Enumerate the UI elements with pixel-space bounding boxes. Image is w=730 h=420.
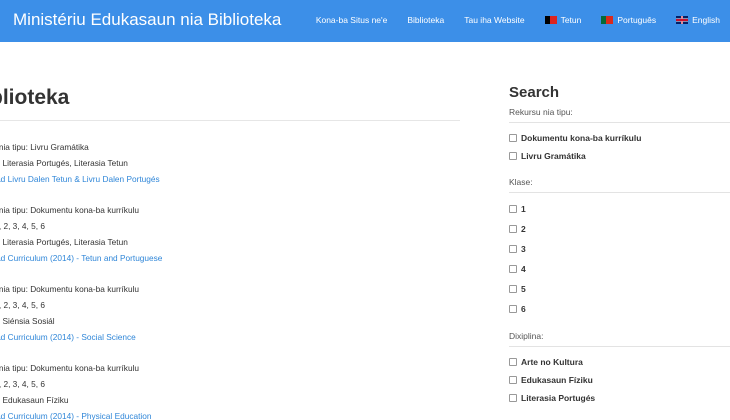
facet-heading: Dixiplina: [509, 331, 730, 347]
nav-lang-en-label: English [692, 15, 720, 25]
nav-menu: Kona-ba Situs ne'e Biblioteka Tau iha We… [296, 15, 720, 25]
checkbox[interactable] [509, 205, 517, 213]
result-meta: rsu nia tipu: Livru Gramátika [0, 142, 89, 152]
result-meta: lina: Literasia Portugés, Literasia Tetu… [0, 158, 128, 168]
search-title: Search [509, 84, 560, 101]
nav-about-label: Kona-ba Situs ne'e [315, 15, 388, 25]
facet-option[interactable]: 1 [509, 199, 730, 219]
facet-option[interactable]: Literasia Portugés [509, 389, 730, 407]
checkbox[interactable] [509, 394, 517, 402]
checkbox[interactable] [509, 152, 517, 160]
result-meta: lina: Siénsia Sosiál [0, 316, 55, 326]
result-meta: e: 1, 2, 3, 4, 5, 6 [0, 221, 45, 231]
checkbox[interactable] [509, 376, 517, 384]
search-sidebar: Search Rekursu nia tipu: Dokumentu kona-b… [509, 84, 730, 419]
nav-library-label: Biblioteka [407, 15, 445, 25]
facet-option[interactable]: 3 [509, 239, 730, 259]
result-item: rsu nia tipu: Dokumentu kona-ba kurríkul… [0, 202, 465, 266]
top-navbar: Ministériu Edukasaun nia Biblioteka Kona… [0, 0, 730, 42]
checkbox[interactable] [509, 305, 517, 313]
facet-option-label: Arte no Kultura [521, 357, 583, 367]
nav-lang-english[interactable]: English [676, 15, 720, 25]
facet-option-label: Dokumentu kona-ba kurríkulu [521, 133, 642, 143]
facet-option-label: 5 [521, 284, 526, 294]
results-list: rsu nia tipu: Livru Gramátika lina: Liter… [0, 139, 465, 420]
facet-option[interactable]: Livru Gramátika [509, 147, 730, 165]
facet-tipu: Rekursu nia tipu: Dokumentu kona-ba kurrí… [509, 107, 730, 165]
facet-heading: Klase: [509, 177, 730, 193]
result-meta: rsu nia tipu: Dokumentu kona-ba kurríkul… [0, 284, 140, 294]
facet-option[interactable]: Dokumentu kona-ba kurríkulu [509, 129, 730, 147]
checkbox[interactable] [509, 245, 517, 253]
checkbox[interactable] [509, 265, 517, 273]
facet-option[interactable]: Edukasaun Fíziku [509, 371, 730, 389]
facet-heading: Rekursu nia tipu: [509, 107, 730, 123]
facet-option[interactable]: 6 [509, 299, 730, 319]
nav-add-label: Tau iha Website [464, 15, 525, 25]
flag-tl-icon [544, 16, 557, 24]
nav-lang-tetun-label: Tetun [560, 15, 582, 25]
facet-option-label: Livru Gramátika [521, 151, 586, 161]
facet-option[interactable]: Arte no Kultura [509, 353, 730, 371]
result-item: rsu nia tipu: Dokumentu kona-ba kurríkul… [0, 281, 465, 345]
facet-option-label: 4 [521, 264, 526, 274]
download-link[interactable]: nload Curriculum (2014) - Social Science [0, 329, 465, 345]
result-item: rsu nia tipu: Dokumentu kona-ba kurríkul… [0, 360, 465, 420]
checkbox[interactable] [509, 285, 517, 293]
facet-option[interactable]: 4 [509, 259, 730, 279]
brand-title[interactable]: Ministériu Edukasaun nia Biblioteka [13, 10, 281, 30]
download-link[interactable]: nload Livru Dalen Tetun & Livru Dalen Po… [0, 171, 465, 187]
facet-option-label: 3 [521, 244, 526, 254]
nav-lang-pt-label: Português [617, 15, 657, 25]
facet-option-label: 2 [521, 224, 526, 234]
flag-en-icon [676, 16, 689, 24]
result-meta: lina: Edukasaun Fíziku [0, 395, 69, 405]
facet-option[interactable]: 5 [509, 279, 730, 299]
result-meta: lina: Literasia Portugés, Literasia Tetu… [0, 237, 128, 247]
nav-lang-tetun[interactable]: Tetun [544, 15, 582, 25]
download-link[interactable]: nload Curriculum (2014) - Physical Educa… [0, 408, 465, 420]
download-link[interactable]: nload Curriculum (2014) - Tetun and Port… [0, 250, 465, 266]
facet-option-label: Edukasaun Fíziku [521, 375, 593, 385]
result-item: rsu nia tipu: Livru Gramátika lina: Liter… [0, 139, 465, 187]
nav-lang-portuguese[interactable]: Português [601, 15, 656, 25]
nav-about[interactable]: Kona-ba Situs ne'e [316, 15, 388, 25]
checkbox[interactable] [509, 225, 517, 233]
facet-option-label: Literasia Portugés [521, 393, 596, 403]
page-title: blioteka [0, 86, 70, 109]
result-meta: e: 1, 2, 3, 4, 5, 6 [0, 300, 45, 310]
checkbox[interactable] [509, 358, 517, 366]
facet-option-label: 6 [521, 304, 526, 314]
nav-add-to-website[interactable]: Tau iha Website [464, 15, 524, 25]
facet-option[interactable]: 2 [509, 219, 730, 239]
flag-pt-icon [601, 16, 614, 24]
result-meta: rsu nia tipu: Dokumentu kona-ba kurríkul… [0, 205, 140, 215]
facet-list: Rekursu nia tipu: Dokumentu kona-ba kurrí… [509, 107, 730, 407]
facet-dixiplina: Dixiplina: Arte no Kultura Edukasaun Fízik… [509, 331, 730, 407]
facet-klase: Klase: 1 2 3 4 5 6 [509, 177, 730, 319]
nav-library[interactable]: Biblioteka [407, 15, 444, 25]
result-meta: rsu nia tipu: Dokumentu kona-ba kurríkul… [0, 363, 140, 373]
title-divider [0, 120, 460, 121]
checkbox[interactable] [509, 134, 517, 142]
result-meta: e: 1, 2, 3, 4, 5, 6 [0, 379, 45, 389]
facet-option-label: 1 [521, 204, 526, 214]
